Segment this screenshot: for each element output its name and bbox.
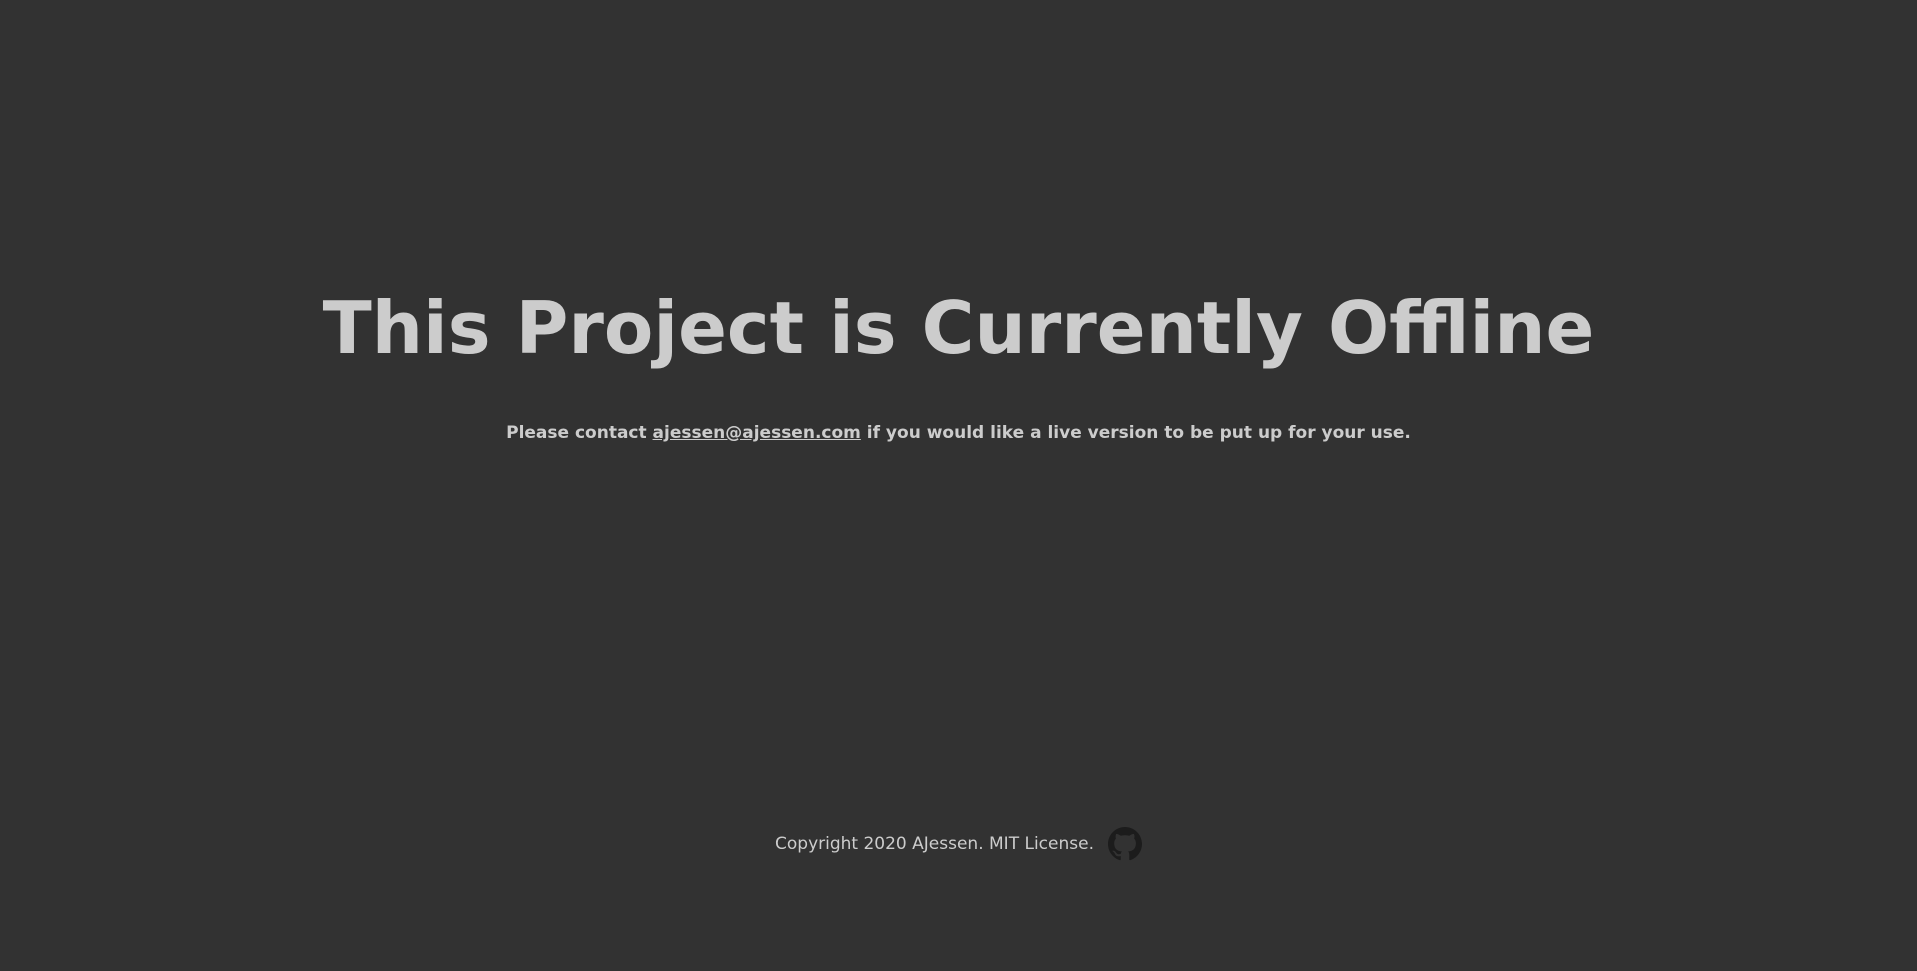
copyright-text: Copyright 2020 AJessen. MIT License. (775, 834, 1094, 854)
contact-email-link[interactable]: ajessen@ajessen.com (653, 423, 861, 443)
github-icon (1107, 827, 1142, 861)
contact-text-before: Please contact (506, 423, 653, 443)
contact-message: Please contact ajessen@ajessen.com if yo… (0, 421, 1917, 445)
github-link[interactable] (1107, 827, 1142, 861)
contact-text-after: if you would like a live version to be p… (860, 423, 1411, 443)
footer: Copyright 2020 AJessen. MIT License. (0, 827, 1917, 861)
page-title: This Project is Currently Offline (322, 286, 1595, 370)
